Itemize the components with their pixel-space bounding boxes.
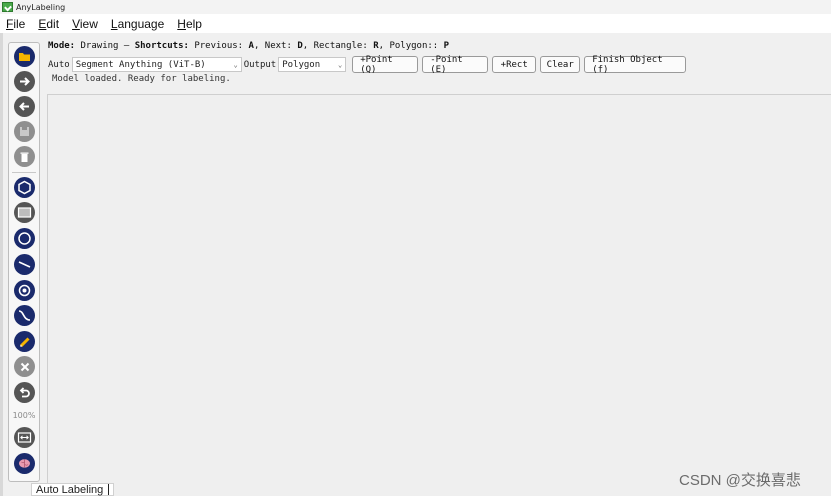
mode-shortcuts-line: Mode: Drawing – Shortcuts: Previous: A, … bbox=[48, 41, 450, 51]
create-rectangle-icon[interactable] bbox=[14, 202, 35, 223]
auto-labeling-brain-icon[interactable] bbox=[14, 453, 35, 474]
model-select-value: Segment Anything (ViT-B) bbox=[75, 59, 206, 70]
menu-file[interactable]: File bbox=[6, 17, 25, 31]
previous-image-icon[interactable] bbox=[14, 96, 35, 117]
title-bar: AnyLabeling bbox=[0, 0, 831, 14]
edit-icon[interactable] bbox=[14, 331, 35, 352]
finish-object-button[interactable]: Finish Object (f) bbox=[584, 55, 687, 75]
create-line-icon[interactable] bbox=[14, 254, 35, 275]
menu-help[interactable]: Help bbox=[177, 17, 202, 31]
tooltip: Auto Labeling bbox=[31, 483, 115, 496]
tools-toolbar: 100% bbox=[8, 42, 40, 482]
fit-width-icon[interactable] bbox=[14, 427, 35, 448]
chevron-down-icon: ⌄ bbox=[233, 60, 238, 69]
auto-label: Auto bbox=[48, 59, 70, 70]
labeling-canvas[interactable] bbox=[47, 94, 831, 496]
delete-shape-icon[interactable] bbox=[14, 356, 35, 377]
create-point-icon[interactable] bbox=[14, 280, 35, 301]
watermark: CSDN @交换喜悲 bbox=[679, 472, 801, 489]
create-circle-icon[interactable] bbox=[14, 228, 35, 249]
save-icon[interactable] bbox=[14, 121, 35, 142]
text-cursor bbox=[108, 484, 110, 495]
window-left-edge bbox=[0, 33, 3, 496]
window-title: AnyLabeling bbox=[16, 2, 66, 12]
create-linestrip-icon[interactable] bbox=[14, 305, 35, 326]
delete-file-icon[interactable] bbox=[14, 146, 35, 167]
app-logo-icon bbox=[2, 2, 13, 12]
chevron-down-icon: ⌄ bbox=[337, 60, 343, 69]
zoom-level: 100% bbox=[12, 411, 36, 420]
menu-edit[interactable]: Edit bbox=[38, 17, 59, 31]
add-point-button[interactable]: +Point (Q) bbox=[352, 55, 419, 75]
model-select[interactable]: Segment Anything (ViT-B) ⌄ bbox=[71, 57, 242, 72]
toolbar-separator bbox=[12, 172, 36, 173]
clear-button[interactable]: Clear bbox=[540, 56, 581, 73]
next-image-icon[interactable] bbox=[14, 71, 35, 92]
menu-language[interactable]: Language bbox=[111, 17, 164, 31]
output-select-value: Polygon bbox=[282, 59, 321, 70]
remove-point-button[interactable]: -Point (E) bbox=[422, 55, 489, 75]
tooltip-text: Auto Labeling bbox=[36, 483, 104, 496]
output-label: Output bbox=[243, 59, 277, 70]
auto-labeling-controls: Auto Segment Anything (ViT-B) ⌄ Output P… bbox=[48, 55, 687, 75]
undo-icon[interactable] bbox=[14, 382, 35, 403]
open-folder-icon[interactable] bbox=[14, 46, 35, 67]
model-status: Model loaded. Ready for labeling. bbox=[52, 74, 231, 84]
menu-view[interactable]: View bbox=[72, 17, 98, 31]
create-polygon-icon[interactable] bbox=[14, 177, 35, 198]
menu-bar: File Edit View Language Help bbox=[0, 14, 831, 33]
add-rect-button[interactable]: +Rect bbox=[492, 56, 537, 73]
output-select[interactable]: Polygon ⌄ bbox=[278, 57, 347, 72]
